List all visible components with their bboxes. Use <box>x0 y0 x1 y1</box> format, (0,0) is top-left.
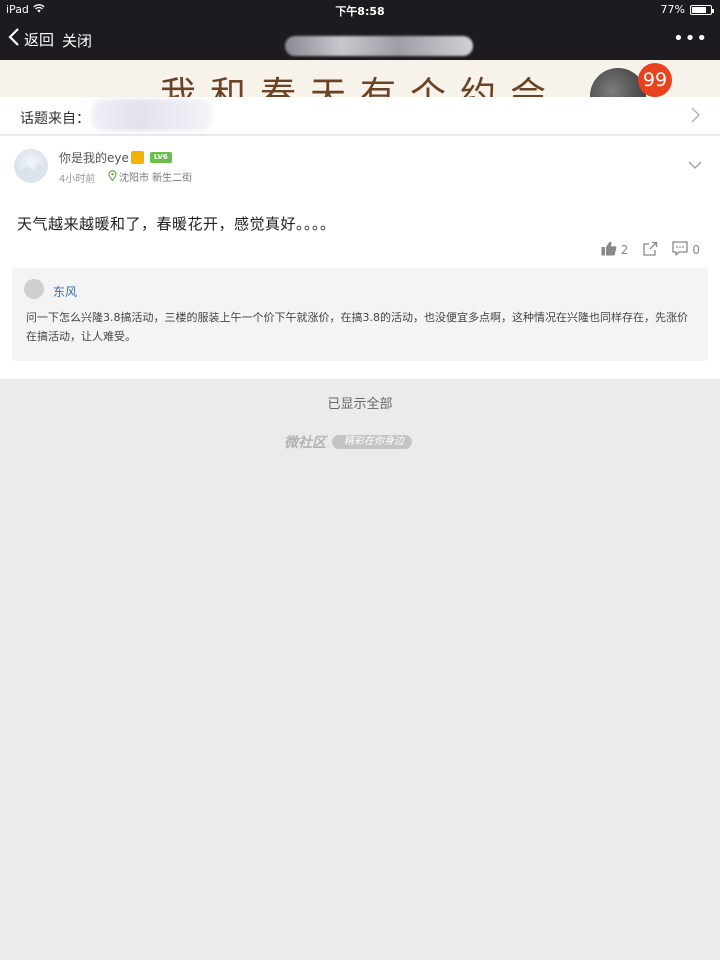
chevron-right-icon <box>691 107 700 127</box>
notification-badge[interactable]: 99 <box>638 63 672 97</box>
footer-brand: 微社区 精彩在你身边 <box>284 432 412 452</box>
vip-icon <box>131 151 144 164</box>
comment-count: 0 <box>692 243 700 257</box>
comment-text: 问一下怎么兴隆3.8搞活动，三楼的服装上午一个价下午就涨价，在搞3.8的活动，也… <box>26 311 688 343</box>
like-count: 2 <box>620 243 629 257</box>
status-time: 下午8:58 <box>335 5 385 18</box>
commenter-avatar[interactable] <box>24 279 44 299</box>
post-location: 沈阳市 新生二街 <box>108 169 192 184</box>
back-label: 返回 <box>24 30 55 49</box>
post-content: 天气越来越暖和了，春暖花开，感觉真好。。。。 <box>17 215 336 233</box>
user-avatar[interactable] <box>14 149 48 183</box>
topic-source-row[interactable]: 话题来自： <box>0 97 720 135</box>
nav-bar: 返回 关闭 ••• <box>0 20 720 60</box>
post-actions: 2 0 <box>601 241 700 259</box>
back-button[interactable]: 返回 <box>8 28 54 50</box>
location-text: 沈阳市 新生二街 <box>119 173 193 184</box>
comment-button[interactable]: 0 <box>672 241 700 259</box>
chevron-down-icon[interactable] <box>688 155 702 174</box>
post-card: 你是我的eye LV6 4小时前 沈阳市 新生二街 天气越来越暖和了，春暖花开，… <box>0 136 720 379</box>
commenter-name[interactable]: 东风 <box>53 283 77 300</box>
blurred-page-title <box>285 36 473 56</box>
more-options-button[interactable]: ••• <box>673 28 708 49</box>
location-pin-icon <box>108 169 117 184</box>
comment-item: 东风 问一下怎么兴隆3.8搞活动，三楼的服装上午一个价下午就涨价，在搞3.8的活… <box>12 268 708 361</box>
close-button[interactable]: 关闭 <box>62 30 92 51</box>
like-button[interactable]: 2 <box>601 241 629 259</box>
battery-icon <box>690 4 714 15</box>
status-right: 77% <box>660 3 714 16</box>
blurred-topic-name <box>92 99 212 131</box>
brand-tagline: 精彩在你身边 <box>332 435 412 449</box>
topic-source-label: 话题来自： <box>20 111 90 127</box>
battery-percent: 77% <box>660 3 685 16</box>
username[interactable]: 你是我的eye <box>59 149 129 166</box>
status-bar: iPad 下午8:58 77% <box>0 0 720 20</box>
end-of-list-label: 已显示全部 <box>327 397 393 412</box>
banner-text: 我和春天有个约会 <box>160 75 561 100</box>
share-button[interactable] <box>642 241 658 259</box>
chevron-left-icon <box>8 28 20 50</box>
brand-name: 微社区 <box>284 435 326 451</box>
post-time: 4小时前 <box>59 174 96 185</box>
comment-icon <box>672 241 689 259</box>
share-icon <box>642 241 658 259</box>
thumbs-up-icon <box>601 241 617 259</box>
level-badge: LV6 <box>150 152 172 163</box>
topic-banner[interactable]: 我和春天有个约会 99 <box>0 60 720 100</box>
